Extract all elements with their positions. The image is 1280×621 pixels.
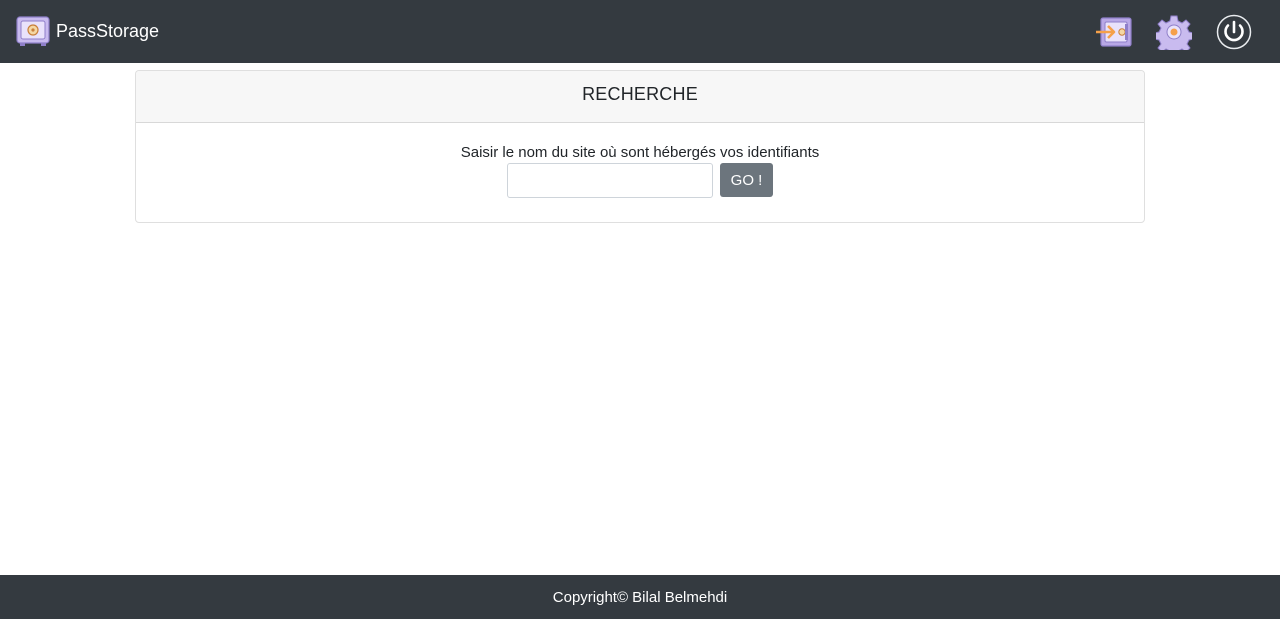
safe-icon [16, 16, 50, 46]
footer: Copyright© Bilal Belmehdi [0, 575, 1280, 619]
power-icon [1216, 14, 1252, 50]
card-body: Saisir le nom du site où sont hébergés v… [136, 123, 1144, 198]
nav-actions [1074, 12, 1254, 52]
gear-icon [1156, 15, 1192, 50]
search-form: GO ! [136, 162, 1144, 198]
brand-link[interactable]: PassStorage [16, 15, 159, 47]
logout-button[interactable] [1214, 12, 1254, 52]
brand-name: PassStorage [56, 21, 160, 41]
search-hint: Saisir le nom du site où sont hébergés v… [460, 144, 820, 161]
card-title: RECHERCHE [136, 71, 1144, 123]
search-input[interactable] [507, 162, 713, 198]
top-navbar: PassStorage [0, 0, 1280, 63]
vault-login-icon [1096, 17, 1132, 47]
copyright-text: Copyright© Bilal Belmehdi [552, 589, 728, 606]
search-card: RECHERCHE Saisir le nom du site où sont … [135, 70, 1145, 223]
vault-button[interactable] [1094, 12, 1134, 52]
settings-button[interactable] [1154, 12, 1194, 52]
go-button[interactable]: GO ! [720, 163, 773, 197]
